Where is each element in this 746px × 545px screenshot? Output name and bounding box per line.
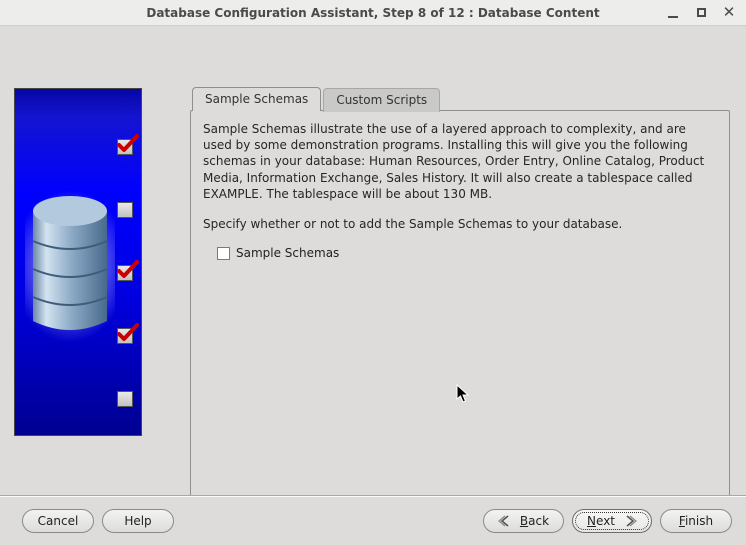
- database-icon: [25, 191, 115, 341]
- chevron-right-icon: [621, 515, 637, 527]
- tab-custom-scripts[interactable]: Custom Scripts: [323, 88, 440, 112]
- next-label-rest: ext: [596, 514, 615, 528]
- wizard-checklist: [117, 139, 133, 407]
- back-label-rest: ack: [528, 514, 549, 528]
- finish-label-rest: inish: [685, 514, 713, 528]
- tab-sample-schemas[interactable]: Sample Schemas: [192, 87, 321, 111]
- wizard-step-check-3: [117, 265, 133, 281]
- sample-schemas-row: Sample Schemas: [217, 246, 717, 260]
- wizard-step-check-4: [117, 328, 133, 344]
- close-icon[interactable]: ✕: [722, 6, 736, 20]
- button-bar: Cancel Help Back Next Finish: [0, 495, 746, 545]
- wizard-graphic: [14, 88, 142, 436]
- panel-description-2: Specify whether or not to add the Sample…: [203, 216, 717, 232]
- panel-description-1: Sample Schemas illustrate the use of a l…: [203, 121, 717, 202]
- next-mnemonic: N: [587, 514, 596, 528]
- wizard-step-check-5: [117, 391, 133, 407]
- back-mnemonic: B: [520, 514, 528, 528]
- tabstrip: Sample Schemas Custom Scripts: [192, 86, 442, 110]
- back-button[interactable]: Back: [483, 509, 564, 533]
- help-button[interactable]: Help: [102, 509, 174, 533]
- content-area: Sample Schemas Custom Scripts Sample Sch…: [0, 26, 746, 495]
- maximize-icon[interactable]: [694, 6, 708, 20]
- titlebar: Database Configuration Assistant, Step 8…: [0, 0, 746, 26]
- tab-panel: Sample Schemas illustrate the use of a l…: [190, 110, 730, 508]
- window-controls: ✕: [666, 6, 736, 20]
- wizard-step-check-2: [117, 202, 133, 218]
- window-title: Database Configuration Assistant, Step 8…: [0, 6, 746, 20]
- chevron-left-icon: [498, 515, 514, 527]
- sample-schemas-checkbox[interactable]: [217, 247, 230, 260]
- finish-button[interactable]: Finish: [660, 509, 732, 533]
- next-button[interactable]: Next: [572, 509, 652, 533]
- minimize-icon[interactable]: [666, 6, 680, 20]
- sample-schemas-label[interactable]: Sample Schemas: [236, 246, 339, 260]
- cancel-button[interactable]: Cancel: [22, 509, 94, 533]
- wizard-step-check-1: [117, 139, 133, 155]
